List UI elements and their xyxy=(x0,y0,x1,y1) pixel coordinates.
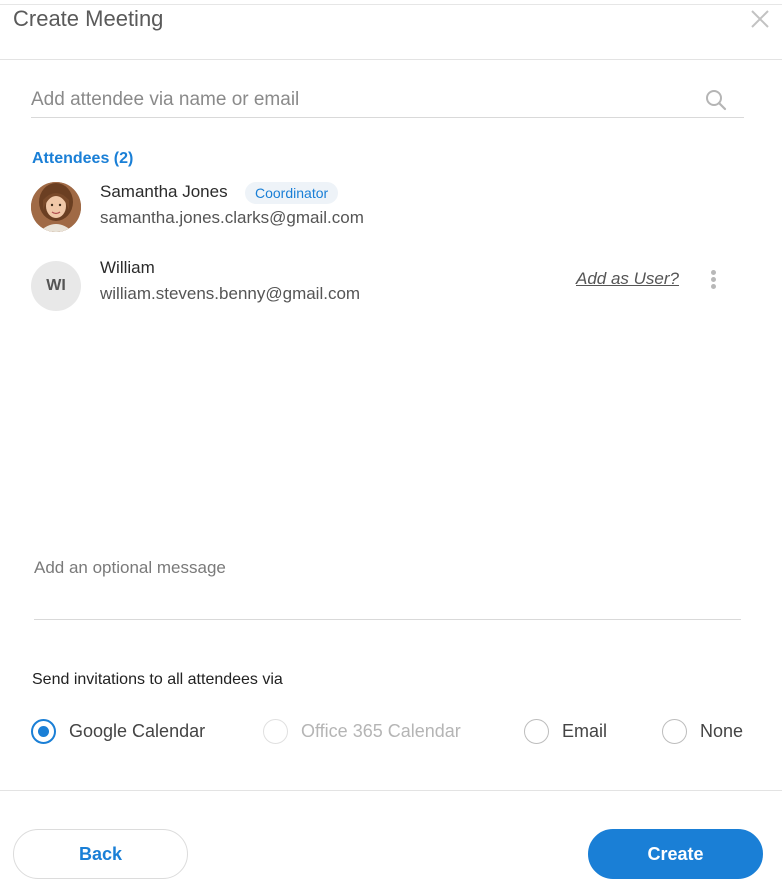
radio-label: None xyxy=(700,721,744,741)
avatar-initials: WI xyxy=(31,261,81,311)
attendee-name: William xyxy=(100,258,155,277)
radio-selected-icon xyxy=(31,719,56,744)
back-button[interactable]: Back xyxy=(13,829,188,879)
top-border xyxy=(0,4,782,5)
invitations-label: Send invitations to all attendees via xyxy=(32,671,283,688)
attendee-name: Samantha Jones xyxy=(100,182,228,201)
avatar xyxy=(31,182,81,232)
attendees-heading: Attendees (2) xyxy=(32,150,134,167)
attendee-search-input[interactable] xyxy=(31,84,691,116)
close-icon[interactable] xyxy=(749,8,771,30)
attendee-email: samantha.jones.clarks@gmail.com xyxy=(100,208,364,227)
coordinator-badge: Coordinator xyxy=(245,182,339,204)
footer-divider xyxy=(0,790,782,791)
radio-label: Office 365 Calendar xyxy=(301,721,461,741)
radio-label: Google Calendar xyxy=(69,721,206,741)
more-vertical-icon[interactable] xyxy=(709,270,717,292)
attendee-row: Samantha Jones Coordinator samantha.jone… xyxy=(31,182,751,242)
radio-label: Email xyxy=(562,721,608,741)
attendee-row: WI William william.stevens.benny@gmail.c… xyxy=(31,258,751,318)
radio-unselected-icon xyxy=(662,719,687,744)
optional-message-input[interactable] xyxy=(34,552,741,588)
header-divider xyxy=(0,59,782,60)
create-button[interactable]: Create xyxy=(588,829,763,879)
add-as-user-link[interactable]: Add as User? xyxy=(576,269,679,289)
search-icon[interactable] xyxy=(704,88,728,112)
dialog-title: Create Meeting xyxy=(13,6,164,31)
message-field xyxy=(34,552,741,620)
attendee-search xyxy=(31,84,744,118)
attendee-email: william.stevens.benny@gmail.com xyxy=(100,284,361,303)
radio-disabled-icon xyxy=(263,719,288,744)
radio-unselected-icon xyxy=(524,719,549,744)
